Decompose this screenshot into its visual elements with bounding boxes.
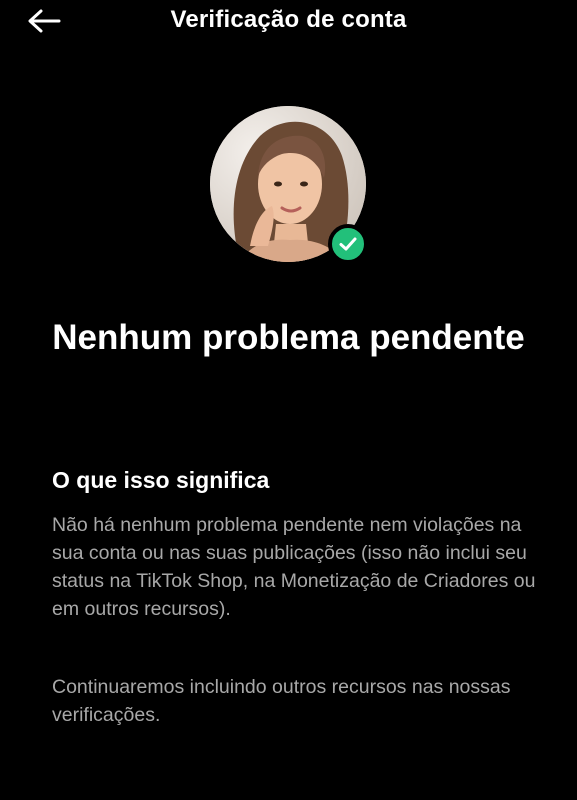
avatar-container [210,106,368,264]
section-heading: O que isso significa [52,467,270,493]
top-bar: Verificação de conta [0,0,577,44]
verified-badge [328,224,368,264]
verified-check-icon [339,237,357,251]
info-paragraph-2: Continuaremos incluindo outros recursos … [52,676,511,726]
status-title: Nenhum problema pendente [52,318,525,357]
info-paragraph-1: Não há nenhum problema pendente nem viol… [52,514,536,620]
page-title: Verificação de conta [170,6,407,33]
